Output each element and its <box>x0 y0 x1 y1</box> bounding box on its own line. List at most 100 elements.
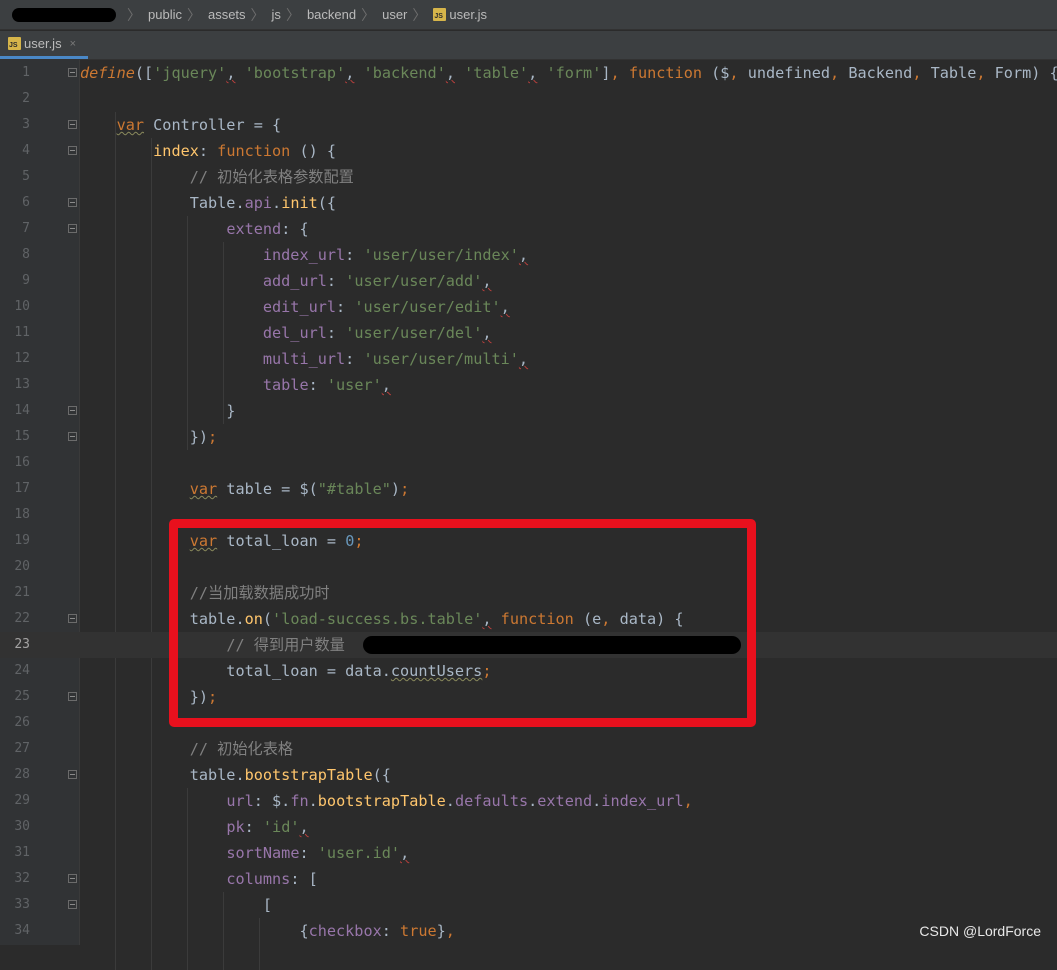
code-text[interactable]: // 得到用户数量 <box>80 632 345 658</box>
breadcrumb-item-file[interactable]: JS user.js <box>433 7 487 22</box>
fold-marker-icon[interactable] <box>68 874 77 883</box>
code-text[interactable]: // 初始化表格参数配置 <box>80 164 354 190</box>
code-text[interactable]: add_url: 'user/user/add', <box>80 268 492 294</box>
code-text[interactable]: var Controller = { <box>80 112 282 138</box>
code-text[interactable]: total_loan = data.countUsers; <box>80 658 491 684</box>
fold-marker-icon[interactable] <box>68 692 77 701</box>
code-line[interactable]: 33 [ <box>0 892 1057 918</box>
code-text[interactable]: define(['jquery', 'bootstrap', 'backend'… <box>80 60 1057 86</box>
breadcrumb-item-public[interactable]: public <box>148 7 182 22</box>
fold-marker-icon[interactable] <box>68 198 77 207</box>
line-number: 13 <box>14 377 30 392</box>
code-line[interactable]: 24 total_loan = data.countUsers; <box>0 658 1057 684</box>
fold-marker-icon[interactable] <box>68 224 77 233</box>
code-line[interactable]: 22 table.on('load-success.bs.table', fun… <box>0 606 1057 632</box>
js-file-icon: JS <box>433 8 447 21</box>
line-number: 5 <box>22 169 30 184</box>
code-text[interactable]: extend: { <box>80 216 308 242</box>
code-line[interactable]: 16 <box>0 450 1057 476</box>
line-number: 1 <box>22 65 30 80</box>
code-text[interactable]: multi_url: 'user/user/multi', <box>80 346 528 372</box>
code-text[interactable]: table.on('load-success.bs.table', functi… <box>80 606 684 632</box>
code-text[interactable]: {checkbox: true}, <box>80 918 455 944</box>
code-text[interactable]: [ <box>80 892 272 918</box>
code-text[interactable]: columns: [ <box>80 866 317 892</box>
code-line[interactable]: 32 columns: [ <box>0 866 1057 892</box>
code-text[interactable]: var total_loan = 0; <box>80 528 364 554</box>
fold-marker-icon[interactable] <box>68 614 77 623</box>
code-line[interactable]: 26 <box>0 710 1057 736</box>
fold-marker-icon[interactable] <box>68 770 77 779</box>
code-text[interactable]: edit_url: 'user/user/edit', <box>80 294 510 320</box>
fold-marker-icon[interactable] <box>68 900 77 909</box>
code-line[interactable]: 2 <box>0 86 1057 112</box>
code-line[interactable]: 10 edit_url: 'user/user/edit', <box>0 294 1057 320</box>
line-number: 30 <box>14 819 30 834</box>
code-line[interactable]: 8 index_url: 'user/user/index', <box>0 242 1057 268</box>
code-editor[interactable]: 1 define(['jquery', 'bootstrap', 'backend… <box>0 60 1057 970</box>
line-number: 28 <box>14 767 30 782</box>
line-number: 15 <box>14 429 30 444</box>
code-line[interactable]: 31 sortName: 'user.id', <box>0 840 1057 866</box>
code-line[interactable]: 13 table: 'user', <box>0 372 1057 398</box>
fold-marker-icon[interactable] <box>68 432 77 441</box>
fold-marker-icon[interactable] <box>68 406 77 415</box>
code-text[interactable]: del_url: 'user/user/del', <box>80 320 492 346</box>
line-number: 24 <box>14 663 30 678</box>
line-number: 6 <box>22 195 30 210</box>
fold-marker-icon[interactable] <box>68 146 77 155</box>
code-text[interactable]: index_url: 'user/user/index', <box>80 242 528 268</box>
line-number: 33 <box>14 897 30 912</box>
code-text[interactable]: url: $.fn.bootstrapTable.defaults.extend… <box>80 788 692 814</box>
code-text[interactable]: }); <box>80 424 217 450</box>
line-number: 3 <box>22 117 30 132</box>
line-number: 10 <box>14 299 30 314</box>
code-line[interactable]: 34 {checkbox: true}, <box>0 918 1057 944</box>
code-line[interactable]: 19 var total_loan = 0; <box>0 528 1057 554</box>
code-text[interactable]: }); <box>80 684 217 710</box>
code-line[interactable]: 6 Table.api.init({ <box>0 190 1057 216</box>
code-line[interactable]: 17 var table = $("#table"); <box>0 476 1057 502</box>
code-text[interactable]: index: function () { <box>80 138 336 164</box>
breadcrumb-item-assets[interactable]: assets <box>208 7 246 22</box>
code-text[interactable]: } <box>80 398 235 424</box>
code-text[interactable]: table.bootstrapTable({ <box>80 762 391 788</box>
code-text[interactable]: sortName: 'user.id', <box>80 840 409 866</box>
breadcrumb-item-user[interactable]: user <box>382 7 407 22</box>
tab-user-js[interactable]: JS user.js × <box>0 31 88 59</box>
code-line[interactable]: 29 url: $.fn.bootstrapTable.defaults.ext… <box>0 788 1057 814</box>
code-line[interactable]: 5 // 初始化表格参数配置 <box>0 164 1057 190</box>
code-line[interactable]: 20 <box>0 554 1057 580</box>
code-text[interactable]: table: 'user', <box>80 372 391 398</box>
code-line[interactable]: 14 } <box>0 398 1057 424</box>
code-line[interactable]: 15 }); <box>0 424 1057 450</box>
line-number: 14 <box>14 403 30 418</box>
breadcrumb-item-js[interactable]: js <box>272 7 281 22</box>
code-line[interactable]: 12 multi_url: 'user/user/multi', <box>0 346 1057 372</box>
code-text[interactable]: var table = $("#table"); <box>80 476 410 502</box>
code-line[interactable]: 1 define(['jquery', 'bootstrap', 'backend… <box>0 60 1057 86</box>
line-number: 23 <box>14 637 30 652</box>
code-text[interactable]: pk: 'id', <box>80 814 308 840</box>
code-line[interactable]: 27 // 初始化表格 <box>0 736 1057 762</box>
breadcrumb-item-backend[interactable]: backend <box>307 7 356 22</box>
code-line[interactable]: 18 <box>0 502 1057 528</box>
line-number: 12 <box>14 351 30 366</box>
code-line[interactable]: 25 }); <box>0 684 1057 710</box>
code-line[interactable]: 9 add_url: 'user/user/add', <box>0 268 1057 294</box>
code-line[interactable]: 7 extend: { <box>0 216 1057 242</box>
code-text[interactable]: Table.api.init({ <box>80 190 336 216</box>
code-line[interactable]: 11 del_url: 'user/user/del', <box>0 320 1057 346</box>
code-text[interactable]: //当加载数据成功时 <box>80 580 330 606</box>
fold-marker-icon[interactable] <box>68 68 77 77</box>
code-line[interactable]: 3 var Controller = { <box>0 112 1057 138</box>
fold-marker-icon[interactable] <box>68 120 77 129</box>
line-number: 29 <box>14 793 30 808</box>
code-line[interactable]: 4 index: function () { <box>0 138 1057 164</box>
code-line[interactable]: 30 pk: 'id', <box>0 814 1057 840</box>
code-line[interactable]: 21 //当加载数据成功时 <box>0 580 1057 606</box>
code-text[interactable]: // 初始化表格 <box>80 736 293 762</box>
close-icon[interactable]: × <box>70 38 76 50</box>
watermark: CSDN @LordForce <box>919 923 1041 939</box>
code-line[interactable]: 28 table.bootstrapTable({ <box>0 762 1057 788</box>
